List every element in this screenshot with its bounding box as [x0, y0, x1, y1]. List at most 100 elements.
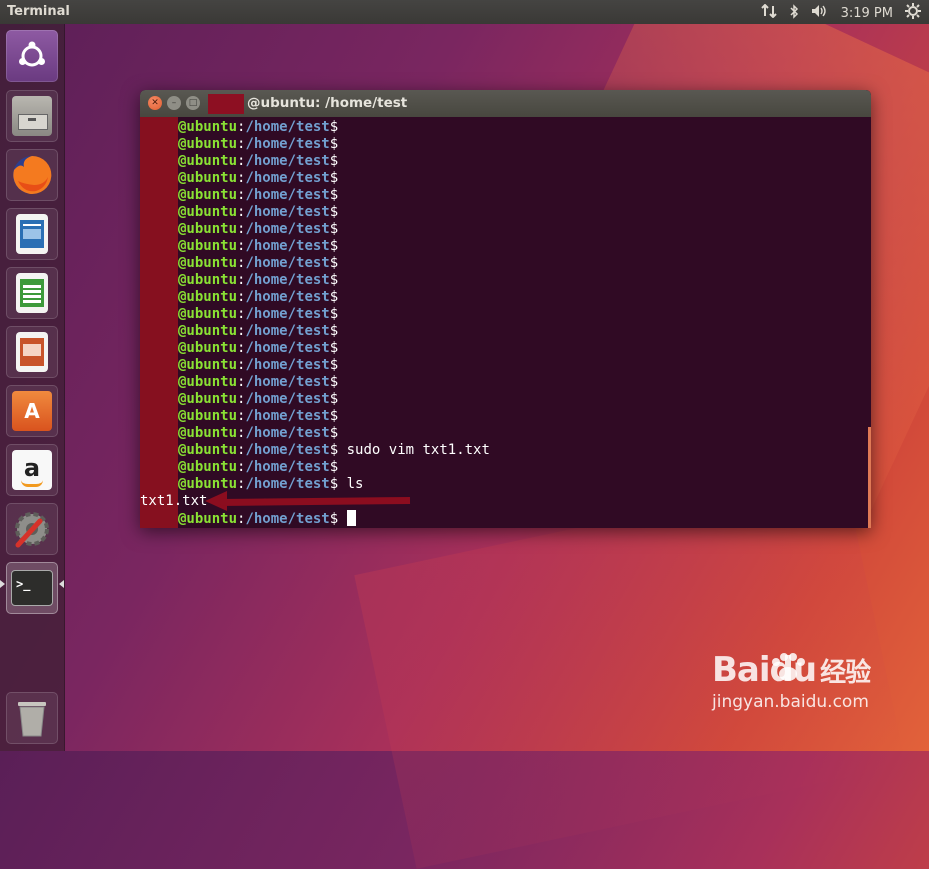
prompt-line: @ubuntu:/home/test$ sudo vim txt1.txt — [140, 442, 490, 459]
prompt-path: /home/test — [245, 391, 330, 407]
scrollbar[interactable] — [868, 427, 871, 528]
prompt-path: /home/test — [245, 170, 330, 186]
dash-home-button[interactable] — [6, 30, 58, 82]
watermark-url: jingyan.baidu.com — [712, 692, 869, 712]
terminal-window[interactable]: ✕ – □ @ubuntu: /home/test @ubuntu:/home/… — [140, 90, 871, 528]
output-line: txt1.txt — [140, 493, 207, 510]
prompt-path: /home/test — [245, 459, 330, 475]
prompt-line: @ubuntu:/home/test$ — [140, 255, 347, 272]
prompt-path: /home/test — [245, 357, 330, 373]
shopping-bag-icon: A — [12, 391, 52, 431]
prompt-dollar: $ — [329, 272, 339, 288]
prompt-dollar: $ — [329, 476, 339, 492]
files-icon — [12, 96, 52, 136]
prompt-host: @ubuntu — [178, 255, 238, 271]
prompt-line: @ubuntu:/home/test$ — [140, 340, 347, 357]
prompt-line: @ubuntu:/home/test$ — [140, 221, 347, 238]
launcher: A a >_ — [0, 24, 65, 751]
prompt-host: @ubuntu — [178, 476, 238, 492]
prompt-line: @ubuntu:/home/test$ — [140, 374, 347, 391]
prompt-host: @ubuntu — [178, 374, 238, 390]
firefox-button[interactable] — [6, 149, 58, 201]
prompt-host: @ubuntu — [178, 391, 238, 407]
prompt-dollar: $ — [329, 255, 339, 271]
prompt-line: @ubuntu:/home/test$ — [140, 510, 356, 527]
network-icon[interactable] — [760, 3, 777, 22]
prompt-host: @ubuntu — [178, 238, 238, 254]
window-titlebar[interactable]: ✕ – □ @ubuntu: /home/test — [140, 90, 871, 117]
gear-icon[interactable] — [905, 3, 921, 23]
libreoffice-writer-button[interactable] — [6, 208, 58, 260]
terminal-output[interactable]: @ubuntu:/home/test$ @ubuntu:/home/test$ … — [140, 117, 871, 528]
close-button[interactable]: ✕ — [148, 96, 162, 110]
volume-icon[interactable] — [811, 4, 829, 22]
prompt-host: @ubuntu — [178, 153, 238, 169]
writer-document-icon — [16, 214, 48, 254]
ubuntu-logo-icon — [19, 41, 45, 67]
prompt-path: /home/test — [245, 289, 330, 305]
maximize-button[interactable]: □ — [186, 96, 200, 110]
prompt-line: @ubuntu:/home/test$ — [140, 357, 347, 374]
active-app-title: Terminal — [7, 4, 70, 19]
baidu-paw-icon — [772, 653, 805, 681]
prompt-dollar: $ — [329, 442, 339, 458]
prompt-path: /home/test — [245, 425, 330, 441]
libreoffice-calc-button[interactable] — [6, 267, 58, 319]
prompt-dollar: $ — [329, 459, 339, 475]
amazon-button[interactable]: a — [6, 444, 58, 496]
bluetooth-icon[interactable] — [789, 3, 799, 23]
prompt-line: @ubuntu:/home/test$ — [140, 153, 347, 170]
focused-indicator-icon — [59, 580, 64, 588]
prompt-host: @ubuntu — [178, 289, 238, 305]
prompt-dollar: $ — [329, 136, 339, 152]
command-text: ls — [346, 476, 364, 492]
terminal-launcher-button[interactable]: >_ — [6, 562, 58, 614]
prompt-dollar: $ — [329, 340, 339, 356]
prompt-host: @ubuntu — [178, 357, 238, 373]
firefox-icon — [13, 155, 52, 194]
prompt-line: @ubuntu:/home/test$ — [140, 187, 347, 204]
redacted-username — [208, 94, 244, 114]
prompt-host: @ubuntu — [178, 408, 238, 424]
trash-button[interactable] — [6, 692, 58, 744]
calc-spreadsheet-icon — [16, 273, 48, 313]
prompt-host: @ubuntu — [178, 204, 238, 220]
prompt-dollar: $ — [329, 425, 339, 441]
prompt-line: @ubuntu:/home/test$ — [140, 306, 347, 323]
prompt-line: @ubuntu:/home/test$ — [140, 119, 347, 136]
top-panel: Terminal 3:19 PM — [0, 0, 929, 24]
libreoffice-impress-button[interactable] — [6, 326, 58, 378]
prompt-line: @ubuntu:/home/test$ — [140, 391, 347, 408]
prompt-dollar: $ — [329, 323, 339, 339]
ubuntu-software-button[interactable]: A — [6, 385, 58, 437]
files-button[interactable] — [6, 90, 58, 142]
prompt-line: @ubuntu:/home/test$ — [140, 170, 347, 187]
prompt-line: @ubuntu:/home/test$ — [140, 238, 347, 255]
prompt-host: @ubuntu — [178, 136, 238, 152]
prompt-dollar: $ — [329, 204, 339, 220]
prompt-path: /home/test — [245, 374, 330, 390]
system-settings-button[interactable] — [6, 503, 58, 555]
prompt-dollar: $ — [329, 119, 339, 135]
prompt-path: /home/test — [245, 476, 330, 492]
prompt-dollar: $ — [329, 357, 339, 373]
window-title: @ubuntu: /home/test — [247, 95, 408, 111]
prompt-path: /home/test — [245, 442, 330, 458]
prompt-path: /home/test — [245, 221, 330, 237]
minimize-button[interactable]: – — [167, 96, 181, 110]
clock-label[interactable]: 3:19 PM — [841, 6, 893, 21]
